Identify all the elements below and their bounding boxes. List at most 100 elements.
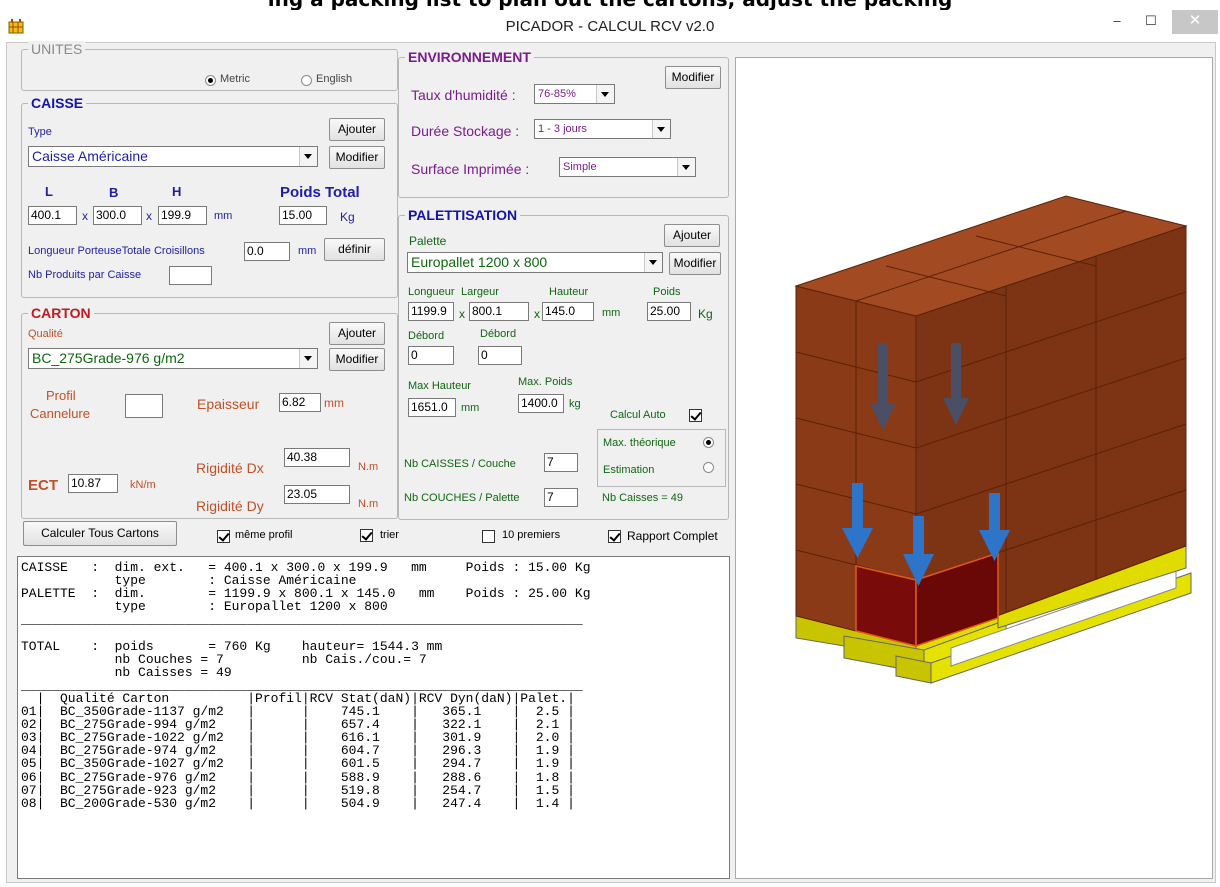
caisse-type-select[interactable]: Caisse Américaine [28,146,318,167]
caisse-B-label: B [109,185,119,200]
carton-add-button[interactable]: Ajouter [329,322,385,345]
unites-group: UNITES Metric English [21,41,398,91]
poids-label: Poids [653,286,681,298]
caisse-type-value: Caisse Américaine [32,148,148,164]
meme-profil-checkbox[interactable] [217,530,230,543]
chevron-down-icon [596,85,614,103]
max-hauteur-unit: mm [461,402,480,414]
max-hauteur-label: Max Hauteur [408,380,471,392]
nb-produits-input[interactable] [169,266,212,285]
calcul-auto-label: Calcul Auto [610,409,666,421]
poids-total-input[interactable]: 15.00 [279,206,327,225]
nb-caisses-couche-label: Nb CAISSES / Couche [404,458,516,470]
trier-checkbox[interactable] [360,529,373,542]
max-hauteur-input[interactable]: 1651.0 [408,398,456,417]
largeur-label: Largeur [461,286,499,298]
maximize-button[interactable]: ☐ [1134,10,1168,34]
hauteur-input[interactable]: 145.0 [542,302,594,321]
croisillons-input[interactable]: 0.0 [244,242,290,261]
estimation-radio[interactable] [703,462,714,473]
ect-unit: kN/m [130,479,156,491]
times-sign: x [82,209,88,223]
hauteur-mm-unit: mm [602,307,621,319]
qualite-value: BC_275Grade-976 g/m2 [32,350,185,366]
duree-select[interactable]: 1 - 3 jours [534,119,671,139]
max-poids-input[interactable]: 1400.0 [518,394,564,413]
calcul-auto-checkbox[interactable] [689,409,702,422]
duree-value: 1 - 3 jours [538,123,587,135]
largeur-input[interactable]: 800.1 [469,302,529,321]
croisillons-label: Longueur PorteuseTotale Croisillons [28,245,205,257]
definir-button[interactable]: définir [324,238,385,261]
english-radio[interactable] [301,75,312,86]
palette-poids-input[interactable]: 25.00 [647,302,691,321]
surface-value: Simple [563,161,597,173]
caisse-modify-button[interactable]: Modifier [329,146,385,169]
qualite-label: Qualité [28,328,63,340]
rigidite-dy-unit: N.m [358,498,379,510]
hauteur-label: Hauteur [549,286,589,298]
times-sign: x [459,307,465,321]
caisse-type-label: Type [28,126,52,138]
croisillons-mm-unit: mm [298,245,317,257]
metric-radio[interactable] [205,75,216,86]
english-label: English [316,73,353,85]
chevron-down-icon [652,120,670,138]
caisse-L-input[interactable]: 400.1 [28,206,77,225]
qualite-select[interactable]: BC_275Grade-976 g/m2 [28,348,318,369]
max-poids-label: Max. Poids [518,376,573,388]
rigidite-dy-input[interactable]: 23.05 [284,485,350,504]
palettisation-title: PALETTISATION [405,207,521,223]
palette-modify-button[interactable]: Modifier [669,252,721,275]
close-button[interactable]: ✕ [1172,10,1218,34]
debord1-input[interactable]: 0 [408,346,454,365]
epaisseur-unit: mm [324,396,344,410]
nb-couches-label: Nb COUCHES / Palette [404,492,520,504]
max-theorique-radio[interactable] [703,437,714,448]
caisse-H-input[interactable]: 199.9 [158,206,207,225]
caisse-add-button[interactable]: Ajouter [329,118,385,141]
caisse-title: CAISSE [28,95,87,111]
report-text-area[interactable]: CAISSE : dim. ext. = 400.1 x 300.0 x 199… [17,556,730,879]
nb-couches-input[interactable]: 7 [544,488,578,507]
environnement-modify-button[interactable]: Modifier [665,66,721,89]
profil-input[interactable] [125,394,163,418]
palette-select[interactable]: Europallet 1200 x 800 [407,252,663,273]
epaisseur-label: Epaisseur [197,396,260,412]
main-window: UNITES Metric English CAISSE Type Ajoute… [6,41,1216,883]
times-sign: x [146,209,152,223]
pallet-preview [735,57,1213,879]
humidite-select[interactable]: 76-85% [534,84,615,104]
longueur-input[interactable]: 1199.9 [408,302,454,321]
surface-select[interactable]: Simple [559,157,696,177]
poids-total-label: Poids Total [280,184,360,201]
duree-label: Durée Stockage : [411,123,520,139]
rigidite-dx-input[interactable]: 40.38 [284,448,350,467]
epaisseur-input[interactable]: 6.82 [279,393,321,412]
dix-premiers-checkbox[interactable] [482,530,495,543]
rapport-complet-label: Rapport Complet [627,529,718,543]
debord2-input[interactable]: 0 [478,346,522,365]
calculer-tous-cartons-button[interactable]: Calculer Tous Cartons [23,521,177,546]
unites-title: UNITES [28,41,86,57]
caisse-B-input[interactable]: 300.0 [93,206,142,225]
palette-label: Palette [409,234,447,248]
rigidite-dx-unit: N.m [358,461,379,473]
max-poids-unit: kg [569,398,581,410]
environnement-group: ENVIRONNEMENT Modifier Taux d'humidité :… [398,49,729,198]
carton-title: CARTON [28,305,94,321]
palette-add-button[interactable]: Ajouter [664,224,720,247]
caisse-mm-unit: mm [214,210,233,222]
rapport-complet-checkbox[interactable] [608,530,621,543]
carton-modify-button[interactable]: Modifier [329,348,385,371]
estimation-label: Estimation [603,464,655,476]
nb-caisses-total: Nb Caisses = 49 [602,492,684,504]
dix-premiers-label: 10 premiers [502,529,561,541]
minimize-button[interactable]: – [1100,10,1134,34]
ect-input[interactable]: 10.87 [68,474,118,493]
debord1-label: Débord [408,330,445,342]
times-sign: x [534,307,540,321]
nb-caisses-couche-input[interactable]: 7 [544,453,578,472]
caisse-group: CAISSE Type Ajouter Caisse Américaine Mo… [21,95,398,298]
environnement-title: ENVIRONNEMENT [405,49,534,65]
